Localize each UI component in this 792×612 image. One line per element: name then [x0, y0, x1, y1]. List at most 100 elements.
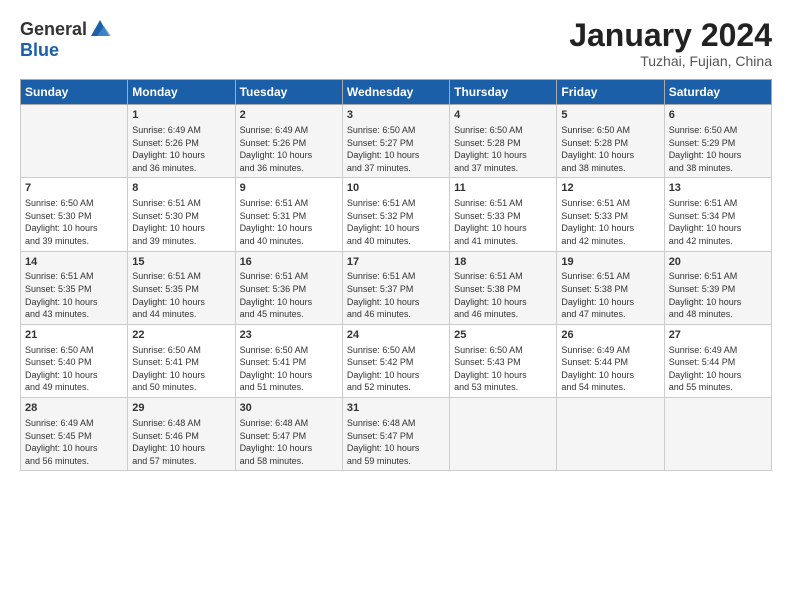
day-info: Sunrise: 6:50 AM Sunset: 5:27 PM Dayligh… [347, 124, 445, 174]
day-number: 16 [240, 255, 338, 270]
day-number: 11 [454, 181, 552, 196]
day-info: Sunrise: 6:51 AM Sunset: 5:32 PM Dayligh… [347, 197, 445, 247]
subtitle: Tuzhai, Fujian, China [569, 53, 772, 69]
calendar-cell: 7Sunrise: 6:50 AM Sunset: 5:30 PM Daylig… [21, 178, 128, 251]
day-number: 27 [669, 328, 767, 343]
week-row-4: 21Sunrise: 6:50 AM Sunset: 5:40 PM Dayli… [21, 324, 772, 397]
calendar-cell [557, 398, 664, 471]
day-info: Sunrise: 6:48 AM Sunset: 5:47 PM Dayligh… [240, 417, 338, 467]
weekday-header-wednesday: Wednesday [342, 80, 449, 105]
day-number: 9 [240, 181, 338, 196]
day-info: Sunrise: 6:50 AM Sunset: 5:42 PM Dayligh… [347, 344, 445, 394]
calendar-cell: 28Sunrise: 6:49 AM Sunset: 5:45 PM Dayli… [21, 398, 128, 471]
day-info: Sunrise: 6:51 AM Sunset: 5:39 PM Dayligh… [669, 270, 767, 320]
calendar-cell: 17Sunrise: 6:51 AM Sunset: 5:37 PM Dayli… [342, 251, 449, 324]
calendar-cell: 16Sunrise: 6:51 AM Sunset: 5:36 PM Dayli… [235, 251, 342, 324]
day-info: Sunrise: 6:50 AM Sunset: 5:30 PM Dayligh… [25, 197, 123, 247]
day-info: Sunrise: 6:50 AM Sunset: 5:28 PM Dayligh… [561, 124, 659, 174]
day-number: 2 [240, 108, 338, 123]
calendar-cell: 2Sunrise: 6:49 AM Sunset: 5:26 PM Daylig… [235, 105, 342, 178]
day-number: 12 [561, 181, 659, 196]
day-info: Sunrise: 6:51 AM Sunset: 5:35 PM Dayligh… [25, 270, 123, 320]
logo-general-text: General [20, 19, 87, 40]
day-info: Sunrise: 6:49 AM Sunset: 5:44 PM Dayligh… [669, 344, 767, 394]
day-info: Sunrise: 6:51 AM Sunset: 5:34 PM Dayligh… [669, 197, 767, 247]
header: General Blue January 2024 Tuzhai, Fujian… [20, 18, 772, 69]
logo: General Blue [20, 18, 111, 61]
logo-blue-text: Blue [20, 40, 59, 61]
page: General Blue January 2024 Tuzhai, Fujian… [0, 0, 792, 612]
day-number: 30 [240, 401, 338, 416]
day-number: 19 [561, 255, 659, 270]
day-number: 8 [132, 181, 230, 196]
weekday-header-monday: Monday [128, 80, 235, 105]
day-number: 26 [561, 328, 659, 343]
calendar-cell: 22Sunrise: 6:50 AM Sunset: 5:41 PM Dayli… [128, 324, 235, 397]
day-info: Sunrise: 6:51 AM Sunset: 5:33 PM Dayligh… [561, 197, 659, 247]
day-number: 14 [25, 255, 123, 270]
calendar-cell: 30Sunrise: 6:48 AM Sunset: 5:47 PM Dayli… [235, 398, 342, 471]
weekday-header-friday: Friday [557, 80, 664, 105]
day-info: Sunrise: 6:51 AM Sunset: 5:33 PM Dayligh… [454, 197, 552, 247]
calendar-cell: 25Sunrise: 6:50 AM Sunset: 5:43 PM Dayli… [450, 324, 557, 397]
week-row-1: 1 Sunrise: 6:49 AM Sunset: 5:26 PM Daylig… [21, 105, 772, 178]
day-number: 31 [347, 401, 445, 416]
week-row-5: 28Sunrise: 6:49 AM Sunset: 5:45 PM Dayli… [21, 398, 772, 471]
day-number: 15 [132, 255, 230, 270]
week-row-3: 14Sunrise: 6:51 AM Sunset: 5:35 PM Dayli… [21, 251, 772, 324]
calendar-cell: 8Sunrise: 6:51 AM Sunset: 5:30 PM Daylig… [128, 178, 235, 251]
calendar-cell: 18Sunrise: 6:51 AM Sunset: 5:38 PM Dayli… [450, 251, 557, 324]
day-info: Sunrise: 6:50 AM Sunset: 5:41 PM Dayligh… [132, 344, 230, 394]
day-info: Sunrise: 6:51 AM Sunset: 5:31 PM Dayligh… [240, 197, 338, 247]
calendar-cell: 12Sunrise: 6:51 AM Sunset: 5:33 PM Dayli… [557, 178, 664, 251]
day-number: 4 [454, 108, 552, 123]
day-number: 6 [669, 108, 767, 123]
day-number: 18 [454, 255, 552, 270]
calendar-cell: 5Sunrise: 6:50 AM Sunset: 5:28 PM Daylig… [557, 105, 664, 178]
day-info: Sunrise: 6:51 AM Sunset: 5:36 PM Dayligh… [240, 270, 338, 320]
day-number: 20 [669, 255, 767, 270]
calendar-cell: 23Sunrise: 6:50 AM Sunset: 5:41 PM Dayli… [235, 324, 342, 397]
calendar-cell: 19Sunrise: 6:51 AM Sunset: 5:38 PM Dayli… [557, 251, 664, 324]
day-info: Sunrise: 6:50 AM Sunset: 5:40 PM Dayligh… [25, 344, 123, 394]
day-number: 7 [25, 181, 123, 196]
day-info: Sunrise: 6:51 AM Sunset: 5:38 PM Dayligh… [454, 270, 552, 320]
title-block: January 2024 Tuzhai, Fujian, China [569, 18, 772, 69]
day-number: 28 [25, 401, 123, 416]
day-number: 24 [347, 328, 445, 343]
calendar-cell: 24Sunrise: 6:50 AM Sunset: 5:42 PM Dayli… [342, 324, 449, 397]
logo-icon [89, 18, 111, 40]
day-number: 25 [454, 328, 552, 343]
day-info: Sunrise: 6:51 AM Sunset: 5:38 PM Dayligh… [561, 270, 659, 320]
day-info: Sunrise: 6:49 AM Sunset: 5:44 PM Dayligh… [561, 344, 659, 394]
calendar-cell: 15Sunrise: 6:51 AM Sunset: 5:35 PM Dayli… [128, 251, 235, 324]
day-number: 29 [132, 401, 230, 416]
calendar-cell: 10Sunrise: 6:51 AM Sunset: 5:32 PM Dayli… [342, 178, 449, 251]
main-title: January 2024 [569, 18, 772, 53]
calendar-cell: 11Sunrise: 6:51 AM Sunset: 5:33 PM Dayli… [450, 178, 557, 251]
day-info: Sunrise: 6:50 AM Sunset: 5:43 PM Dayligh… [454, 344, 552, 394]
day-number: 13 [669, 181, 767, 196]
day-info: Sunrise: 6:51 AM Sunset: 5:35 PM Dayligh… [132, 270, 230, 320]
weekday-header-saturday: Saturday [664, 80, 771, 105]
day-number: 10 [347, 181, 445, 196]
day-info: Sunrise: 6:49 AM Sunset: 5:26 PM Dayligh… [240, 124, 338, 174]
calendar-cell: 20Sunrise: 6:51 AM Sunset: 5:39 PM Dayli… [664, 251, 771, 324]
weekday-header-thursday: Thursday [450, 80, 557, 105]
day-number: 17 [347, 255, 445, 270]
calendar-cell: 29Sunrise: 6:48 AM Sunset: 5:46 PM Dayli… [128, 398, 235, 471]
day-number: 5 [561, 108, 659, 123]
calendar-table: SundayMondayTuesdayWednesdayThursdayFrid… [20, 79, 772, 471]
day-info: Sunrise: 6:50 AM Sunset: 5:41 PM Dayligh… [240, 344, 338, 394]
calendar-cell: 21Sunrise: 6:50 AM Sunset: 5:40 PM Dayli… [21, 324, 128, 397]
day-number: 21 [25, 328, 123, 343]
day-number: 3 [347, 108, 445, 123]
calendar-cell [664, 398, 771, 471]
weekday-header-tuesday: Tuesday [235, 80, 342, 105]
day-info: Sunrise: 6:50 AM Sunset: 5:28 PM Dayligh… [454, 124, 552, 174]
day-number: 22 [132, 328, 230, 343]
calendar-cell: 6Sunrise: 6:50 AM Sunset: 5:29 PM Daylig… [664, 105, 771, 178]
calendar-cell: 31Sunrise: 6:48 AM Sunset: 5:47 PM Dayli… [342, 398, 449, 471]
day-number: 1 [132, 108, 230, 123]
weekday-header-sunday: Sunday [21, 80, 128, 105]
